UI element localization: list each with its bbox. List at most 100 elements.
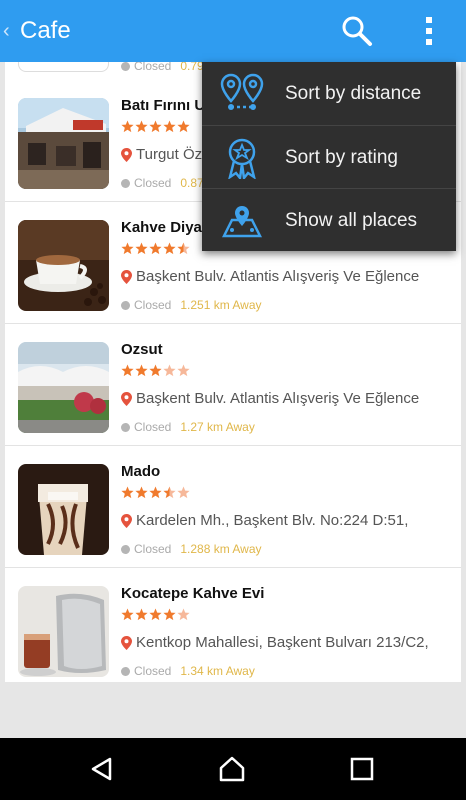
- menu-item-label: Show all places: [285, 210, 418, 231]
- search-icon[interactable]: [340, 14, 374, 48]
- distance-text: 1.251 km Away: [180, 298, 262, 312]
- open-status: Closed 1.34 km Away: [121, 664, 255, 678]
- place-address: Başkent Bulv. Atlantis Alışveriş Ve Eğle…: [121, 390, 419, 407]
- status-dot-icon: [121, 422, 130, 432]
- star-icon: [121, 120, 134, 133]
- place-photo: [18, 98, 109, 189]
- place-name: Kocatepe Kahve Evi: [121, 585, 265, 602]
- more-vert-icon[interactable]: [414, 14, 444, 48]
- star-icon: [149, 364, 162, 377]
- status-text: Closed: [134, 62, 172, 73]
- star-icon: [177, 120, 190, 133]
- star-icon: [149, 120, 162, 133]
- star-icon: [121, 364, 134, 377]
- star-icon: [121, 242, 134, 255]
- map-pins-icon: [220, 73, 264, 110]
- location-pin-icon: [121, 269, 132, 284]
- app-bar: ‹ Cafe: [0, 0, 466, 62]
- menu-item-show-all[interactable]: Show all places: [202, 188, 456, 251]
- star-icon: [163, 120, 176, 133]
- star-icon: [135, 242, 148, 255]
- star-icon: [163, 364, 176, 377]
- overflow-menu: Sort by distance Sort by rating Show all…: [202, 62, 456, 251]
- nav-recents-icon[interactable]: [348, 755, 376, 783]
- rating-stars: [121, 486, 191, 500]
- place-thumbnail: [18, 62, 109, 72]
- distance-text: 0.79: [180, 62, 204, 73]
- star-icon: [135, 364, 148, 377]
- star-icon: [121, 608, 134, 621]
- star-icon: [177, 364, 190, 377]
- star-icon: [177, 486, 190, 499]
- place-photo: [18, 220, 109, 311]
- map-icon: [221, 206, 263, 238]
- distance-text: 1.27 km Away: [180, 420, 255, 434]
- location-pin-icon: [121, 391, 132, 406]
- star-icon: [135, 486, 148, 499]
- rating-stars: [121, 242, 191, 256]
- place-address: Kentkop Mahallesi, Başkent Bulvarı 213/C…: [121, 634, 429, 651]
- address-text: Kentkop Mahallesi, Başkent Bulvarı 213/C…: [136, 634, 429, 651]
- status-text: Closed: [134, 298, 172, 312]
- rating-stars: [121, 364, 191, 378]
- rating-stars: [121, 120, 191, 134]
- menu-item-label: Sort by distance: [285, 83, 422, 104]
- place-photo: [18, 342, 109, 433]
- distance-text: 0.87: [180, 176, 204, 190]
- location-pin-icon: [121, 635, 132, 650]
- status-text: Closed: [134, 664, 172, 678]
- place-name: Mado: [121, 463, 161, 480]
- status-dot-icon: [121, 62, 130, 71]
- status-dot-icon: [121, 666, 130, 676]
- system-nav-bar: [0, 738, 466, 800]
- address-text: Kardelen Mh., Başkent Blv. No:224 D:51,: [136, 512, 409, 529]
- award-ribbon-icon: [228, 138, 256, 179]
- nav-home-icon[interactable]: [218, 755, 246, 783]
- nav-back-icon[interactable]: [88, 755, 116, 783]
- location-pin-icon: [121, 147, 132, 162]
- place-name: Kahve Diyar: [121, 219, 208, 236]
- page-title[interactable]: Cafe: [20, 17, 71, 45]
- rating-stars: [121, 608, 191, 622]
- star-icon: [135, 120, 148, 133]
- place-address: Kardelen Mh., Başkent Blv. No:224 D:51,: [121, 512, 408, 529]
- star-icon: [149, 242, 162, 255]
- open-status: Closed 0.79: [121, 62, 204, 73]
- place-photo: [18, 586, 109, 677]
- star-icon: [177, 608, 190, 621]
- back-chevron-icon[interactable]: ‹: [3, 20, 10, 43]
- place-name: Ozsut: [121, 341, 163, 358]
- location-pin-icon: [121, 513, 132, 528]
- place-address: Turgut Öz: [121, 146, 202, 163]
- status-text: Closed: [134, 176, 172, 190]
- star-icon: [177, 242, 190, 255]
- status-text: Closed: [134, 420, 172, 434]
- star-icon: [163, 608, 176, 621]
- distance-text: 1.34 km Away: [180, 664, 255, 678]
- address-text: Başkent Bulv. Atlantis Alışveriş Ve Eğle…: [136, 390, 420, 407]
- list-item[interactable]: Ozsut Başkent Bulv. Atlantis Alışveriş V…: [5, 324, 461, 446]
- open-status: Closed 0.87: [121, 176, 204, 190]
- star-icon: [149, 608, 162, 621]
- list-item[interactable]: Kocatepe Kahve Evi Kentkop Mahallesi, Ba…: [5, 568, 461, 682]
- status-dot-icon: [121, 300, 130, 310]
- star-icon: [163, 242, 176, 255]
- place-photo: [18, 464, 109, 555]
- address-text: Turgut Öz: [136, 146, 203, 163]
- menu-item-label: Sort by rating: [285, 147, 398, 168]
- menu-item-sort-distance[interactable]: Sort by distance: [202, 62, 456, 125]
- place-name: Batı Fırını U: [121, 97, 206, 114]
- star-icon: [149, 486, 162, 499]
- open-status: Closed 1.288 km Away: [121, 542, 262, 556]
- menu-item-sort-rating[interactable]: Sort by rating: [202, 125, 456, 188]
- status-dot-icon: [121, 178, 130, 188]
- distance-text: 1.288 km Away: [180, 542, 262, 556]
- list-item[interactable]: Mado Kardelen Mh., Başkent Blv. No:224 D…: [5, 446, 461, 568]
- open-status: Closed 1.27 km Away: [121, 420, 255, 434]
- star-icon: [121, 486, 134, 499]
- star-icon: [163, 486, 176, 499]
- address-text: Başkent Bulv. Atlantis Alışveriş Ve Eğle…: [136, 268, 420, 285]
- status-text: Closed: [134, 542, 172, 556]
- star-icon: [135, 608, 148, 621]
- open-status: Closed 1.251 km Away: [121, 298, 262, 312]
